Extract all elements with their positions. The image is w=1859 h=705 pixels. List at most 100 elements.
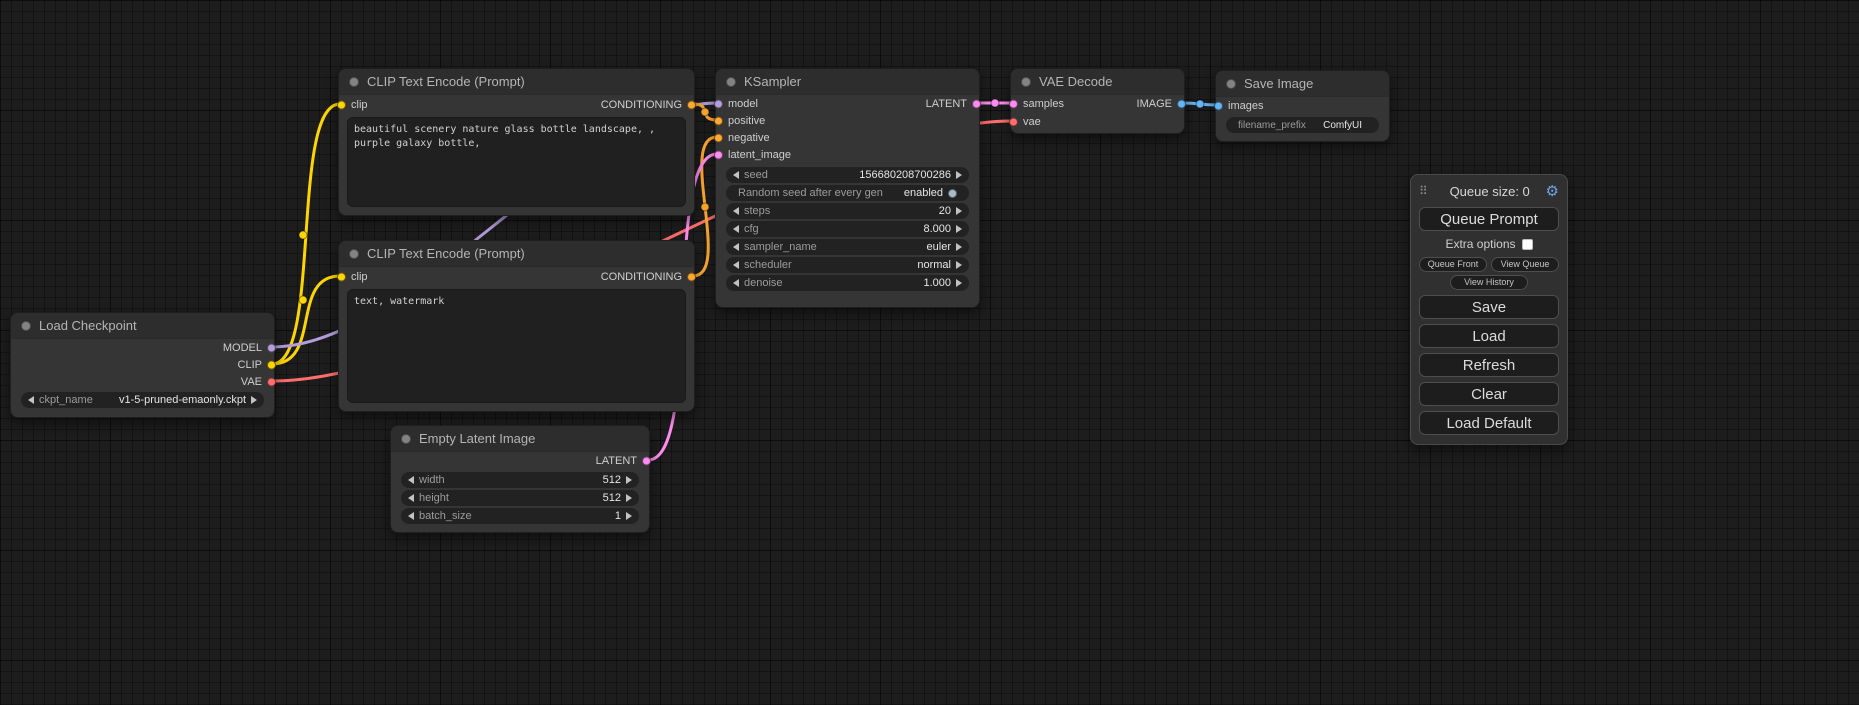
load-button[interactable]: Load xyxy=(1419,324,1559,348)
arrow-left-icon[interactable] xyxy=(733,171,739,179)
model-output-dot[interactable] xyxy=(267,343,276,352)
wire-midpoint-dot[interactable] xyxy=(991,99,999,107)
positive-prompt-textarea[interactable]: beautiful scenery nature glass bottle la… xyxy=(347,117,686,207)
view-queue-button[interactable]: View Queue xyxy=(1491,257,1559,272)
widget-label: width xyxy=(419,474,445,486)
wire-clip-to-negative-prompt[interactable] xyxy=(272,276,340,364)
cfg-widget[interactable]: cfg 8.000 xyxy=(726,221,969,237)
node-title-bar[interactable]: Load Checkpoint xyxy=(11,313,274,339)
arrow-left-icon[interactable] xyxy=(733,261,739,269)
collapse-dot-icon[interactable] xyxy=(21,321,31,331)
node-title: Empty Latent Image xyxy=(419,431,535,446)
wire-midpoint-dot[interactable] xyxy=(701,108,709,116)
slot-row: clip CONDITIONING xyxy=(339,95,694,115)
positive-input-dot[interactable] xyxy=(714,116,723,125)
node-vae-decode[interactable]: VAE Decode samples IMAGE vae xyxy=(1010,68,1185,134)
arrow-right-icon[interactable] xyxy=(626,476,632,484)
denoise-widget[interactable]: denoise 1.000 xyxy=(726,275,969,291)
arrow-right-icon[interactable] xyxy=(626,512,632,520)
arrow-right-icon[interactable] xyxy=(626,494,632,502)
arrow-left-icon[interactable] xyxy=(733,207,739,215)
clip-input-dot[interactable] xyxy=(337,101,346,110)
filename-prefix-widget[interactable]: filename_prefix ComfyUI xyxy=(1226,117,1379,133)
save-button[interactable]: Save xyxy=(1419,295,1559,319)
view-history-button[interactable]: View History xyxy=(1450,275,1528,290)
latent-image-input-dot[interactable] xyxy=(714,150,723,159)
collapse-dot-icon[interactable] xyxy=(349,77,359,87)
images-input-dot[interactable] xyxy=(1214,102,1223,111)
control-after-generate-widget[interactable]: Random seed after every gen enabled xyxy=(726,185,969,201)
widget-label: steps xyxy=(744,205,770,217)
clip-input-dot[interactable] xyxy=(337,273,346,282)
extra-options-row: Extra options xyxy=(1419,234,1559,254)
node-title-bar[interactable]: CLIP Text Encode (Prompt) xyxy=(339,241,694,267)
height-widget[interactable]: height 512 xyxy=(401,490,639,506)
seed-widget[interactable]: seed 156680208700286 xyxy=(726,167,969,183)
node-clip-text-encode-positive[interactable]: CLIP Text Encode (Prompt) clip CONDITION… xyxy=(338,68,695,216)
node-save-image[interactable]: Save Image images filename_prefix ComfyU… xyxy=(1215,70,1390,142)
negative-prompt-textarea[interactable]: text, watermark xyxy=(347,289,686,403)
arrow-left-icon[interactable] xyxy=(733,225,739,233)
batch-size-widget[interactable]: batch_size 1 xyxy=(401,508,639,524)
collapse-dot-icon[interactable] xyxy=(1226,79,1236,89)
conditioning-output-dot[interactable] xyxy=(687,101,696,110)
latent-output-dot[interactable] xyxy=(972,99,981,108)
settings-gear-icon[interactable]: ⚙ xyxy=(1546,182,1559,200)
wire-midpoint-dot[interactable] xyxy=(701,203,709,211)
arrow-left-icon[interactable] xyxy=(733,279,739,287)
wire-midpoint-dot[interactable] xyxy=(299,231,307,239)
widget-value: euler xyxy=(927,241,951,253)
arrow-left-icon[interactable] xyxy=(733,243,739,251)
arrow-left-icon[interactable] xyxy=(28,396,34,404)
node-title-bar[interactable]: VAE Decode xyxy=(1011,69,1184,95)
ckpt-name-widget[interactable]: ckpt_name v1-5-pruned-emaonly.ckpt xyxy=(21,392,264,408)
clear-button[interactable]: Clear xyxy=(1419,382,1559,406)
negative-input-dot[interactable] xyxy=(714,133,723,142)
collapse-dot-icon[interactable] xyxy=(726,77,736,87)
toggle-dot-icon[interactable] xyxy=(948,189,957,198)
node-title-bar[interactable]: KSampler xyxy=(716,69,979,95)
node-ksampler[interactable]: KSampler model LATENT positive negative … xyxy=(715,68,980,308)
arrow-right-icon[interactable] xyxy=(956,243,962,251)
sampler-name-widget[interactable]: sampler_name euler xyxy=(726,239,969,255)
wire-midpoint-dot[interactable] xyxy=(1196,100,1204,108)
arrow-right-icon[interactable] xyxy=(956,279,962,287)
arrow-right-icon[interactable] xyxy=(956,207,962,215)
input-slot-images: images xyxy=(1216,97,1389,115)
node-empty-latent-image[interactable]: Empty Latent Image LATENT width 512 heig… xyxy=(390,425,650,533)
slot-label: CLIP xyxy=(238,359,262,371)
node-title-bar[interactable]: Save Image xyxy=(1216,71,1389,97)
arrow-right-icon[interactable] xyxy=(956,225,962,233)
vae-input-dot[interactable] xyxy=(1009,118,1018,127)
wire-midpoint-dot[interactable] xyxy=(299,296,307,304)
samples-input-dot[interactable] xyxy=(1009,100,1018,109)
arrow-right-icon[interactable] xyxy=(956,171,962,179)
queue-prompt-button[interactable]: Queue Prompt xyxy=(1419,207,1559,231)
clip-output-dot[interactable] xyxy=(267,360,276,369)
refresh-button[interactable]: Refresh xyxy=(1419,353,1559,377)
width-widget[interactable]: width 512 xyxy=(401,472,639,488)
arrow-left-icon[interactable] xyxy=(408,512,414,520)
collapse-dot-icon[interactable] xyxy=(349,249,359,259)
collapse-dot-icon[interactable] xyxy=(401,434,411,444)
latent-output-dot[interactable] xyxy=(642,457,651,466)
arrow-left-icon[interactable] xyxy=(408,476,414,484)
drag-handle-icon[interactable]: ⠿ xyxy=(1419,184,1428,198)
queue-front-button[interactable]: Queue Front xyxy=(1419,257,1487,272)
node-title-bar[interactable]: Empty Latent Image xyxy=(391,426,649,452)
steps-widget[interactable]: steps 20 xyxy=(726,203,969,219)
node-title-bar[interactable]: CLIP Text Encode (Prompt) xyxy=(339,69,694,95)
model-input-dot[interactable] xyxy=(714,99,723,108)
arrow-right-icon[interactable] xyxy=(956,261,962,269)
node-clip-text-encode-negative[interactable]: CLIP Text Encode (Prompt) clip CONDITION… xyxy=(338,240,695,412)
conditioning-output-dot[interactable] xyxy=(687,273,696,282)
load-default-button[interactable]: Load Default xyxy=(1419,411,1559,435)
arrow-right-icon[interactable] xyxy=(251,396,257,404)
node-load-checkpoint[interactable]: Load Checkpoint MODEL CLIP VAE ckpt_name… xyxy=(10,312,275,418)
extra-options-checkbox[interactable] xyxy=(1522,239,1533,250)
vae-output-dot[interactable] xyxy=(267,377,276,386)
image-output-dot[interactable] xyxy=(1177,100,1186,109)
scheduler-widget[interactable]: scheduler normal xyxy=(726,257,969,273)
collapse-dot-icon[interactable] xyxy=(1021,77,1031,87)
arrow-left-icon[interactable] xyxy=(408,494,414,502)
